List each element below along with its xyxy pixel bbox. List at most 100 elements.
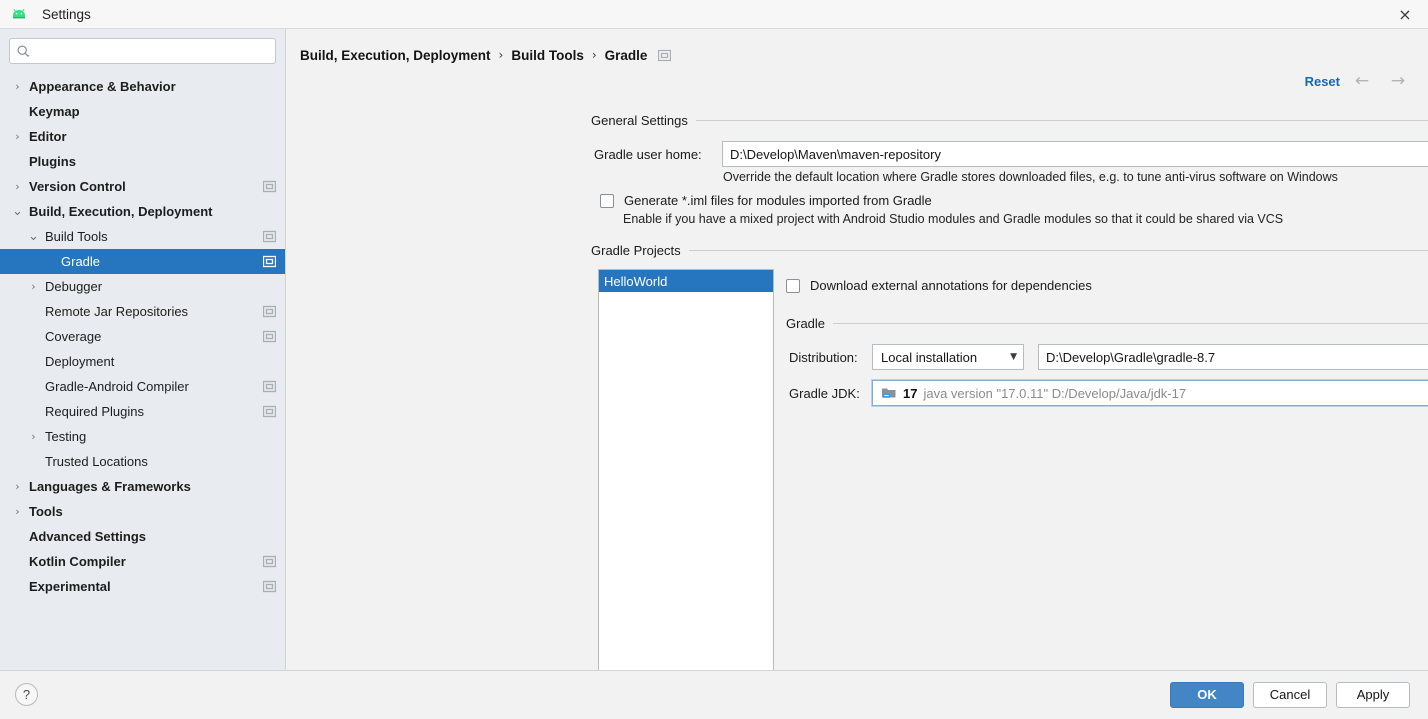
project-scope-icon (263, 305, 276, 318)
download-annotations-checkbox[interactable] (786, 278, 800, 293)
gradle-jdk-version: 17 (903, 385, 918, 401)
sidebar-item-label: Gradle-Android Compiler (45, 379, 189, 394)
distribution-value: Local installation (881, 349, 978, 365)
gradle-jdk-select[interactable]: 17 java version "17.0.11" D:/Develop/Jav… (871, 379, 1428, 407)
gradle-group-header: Gradle (786, 316, 1428, 331)
sidebar-item-label: Editor (29, 129, 67, 144)
breadcrumb-separator: › (591, 48, 597, 62)
chevron-right-icon[interactable]: › (10, 129, 25, 144)
chevron-right-icon[interactable]: › (10, 179, 25, 194)
generate-iml-checkbox[interactable] (600, 193, 614, 208)
window-titlebar: Settings × (0, 0, 1428, 29)
general-settings-title: General Settings (591, 113, 688, 128)
gradle-user-home-input[interactable]: D:\Develop\Maven\maven-repository (722, 141, 1428, 167)
dialog-footer: ? OK Cancel Apply (0, 670, 1428, 718)
sidebar-item-coverage[interactable]: Coverage (0, 324, 285, 349)
sidebar-search-wrap (0, 29, 285, 70)
project-scope-icon (263, 555, 276, 568)
group-divider (695, 120, 1428, 121)
search-box[interactable] (9, 38, 276, 64)
sidebar-item-required-plugins[interactable]: Required Plugins (0, 399, 285, 424)
sidebar-item-label: Advanced Settings (29, 529, 147, 544)
generate-iml-label: Generate *.iml files for modules importe… (624, 193, 932, 208)
sidebar-item-label: Keymap (29, 104, 80, 119)
chevron-right-icon[interactable]: › (26, 279, 41, 294)
chevron-down-icon[interactable]: ⌄ (26, 229, 41, 244)
generate-iml-hint: Enable if you have a mixed project with … (623, 212, 1284, 226)
project-scope-icon (263, 230, 276, 243)
gradle-projects-list[interactable]: HelloWorld (598, 269, 774, 681)
sidebar-item-label: Build Tools (45, 229, 108, 244)
sidebar-item-plugins[interactable]: Plugins (0, 149, 285, 174)
chevron-right-icon[interactable]: › (10, 479, 25, 494)
sidebar-item-deployment[interactable]: Deployment (0, 349, 285, 374)
sidebar-item-label: Trusted Locations (45, 454, 148, 469)
project-scope-icon (263, 405, 276, 418)
sidebar-item-trusted-locations[interactable]: Trusted Locations (0, 449, 285, 474)
distribution-label: Distribution: (789, 350, 858, 365)
sidebar-item-label: Build, Execution, Deployment (29, 204, 213, 219)
chevron-right-icon[interactable]: › (10, 79, 25, 94)
android-robot-icon (10, 5, 28, 23)
sidebar-item-label: Gradle (61, 254, 101, 269)
chevron-right-icon[interactable]: › (10, 504, 25, 519)
dialog-buttons: OK Cancel Apply (1170, 681, 1410, 708)
download-annotations-row[interactable]: Download external annotations for depend… (786, 278, 1092, 293)
distribution-path-input[interactable]: D:\Develop\Gradle\gradle-8.7 (1038, 344, 1428, 370)
sidebar-item-testing[interactable]: › Testing (0, 424, 285, 449)
sidebar-item-appearance-behavior[interactable]: › Appearance & Behavior (0, 74, 285, 99)
header-actions: Reset ← → (1305, 71, 1412, 91)
search-icon (16, 44, 31, 59)
sidebar-item-label: Plugins (29, 154, 76, 169)
sidebar-item-languages-frameworks[interactable]: › Languages & Frameworks (0, 474, 285, 499)
sidebar-item-debugger[interactable]: › Debugger (0, 274, 285, 299)
chevron-down-icon[interactable]: ⌄ (10, 204, 25, 219)
sidebar-item-version-control[interactable]: › Version Control (0, 174, 285, 199)
project-name: HelloWorld (604, 273, 668, 289)
list-item[interactable]: HelloWorld (599, 270, 773, 292)
apply-button[interactable]: Apply (1336, 681, 1410, 708)
help-button[interactable]: ? (15, 683, 38, 706)
cancel-button[interactable]: Cancel (1253, 681, 1327, 708)
sidebar-item-label: Appearance & Behavior (29, 79, 176, 94)
project-scope-icon (263, 330, 276, 343)
project-scope-icon (263, 580, 276, 593)
general-settings-group-header: General Settings (591, 113, 1428, 128)
gradle-group-title: Gradle (786, 316, 826, 331)
search-input[interactable] (35, 42, 269, 60)
breadcrumb: Build, Execution, Deployment › Build Too… (286, 29, 1428, 67)
sidebar-item-advanced-settings[interactable]: Advanced Settings (0, 524, 285, 549)
sidebar-item-label: Debugger (45, 279, 103, 294)
breadcrumb-item-0[interactable]: Build, Execution, Deployment (300, 48, 491, 63)
forward-arrow-icon[interactable]: → (1384, 71, 1412, 91)
sidebar-item-remote-jar-repositories[interactable]: Remote Jar Repositories (0, 299, 285, 324)
breadcrumb-separator: › (498, 48, 504, 62)
gradle-user-home-value: D:\Develop\Maven\maven-repository (730, 146, 941, 162)
project-scope-icon (263, 180, 276, 193)
ok-button[interactable]: OK (1170, 681, 1244, 708)
close-icon[interactable]: × (1382, 0, 1428, 29)
back-arrow-icon[interactable]: ← (1348, 71, 1376, 91)
chevron-right-icon[interactable]: › (26, 429, 41, 444)
gradle-projects-group-header: Gradle Projects (591, 243, 1428, 258)
sidebar-item-experimental[interactable]: Experimental (0, 574, 285, 599)
project-scope-icon (263, 380, 276, 393)
sidebar-item-gradle[interactable]: Gradle (0, 249, 285, 274)
settings-tree[interactable]: › Appearance & Behavior Keymap › Editor Plugi… (0, 70, 285, 670)
breadcrumb-item-2[interactable]: Gradle (605, 48, 648, 63)
sidebar-item-label: Testing (45, 429, 87, 444)
group-divider (833, 323, 1428, 324)
generate-iml-checkbox-row[interactable]: Generate *.iml files for modules importe… (600, 193, 932, 208)
sidebar-item-build-tools[interactable]: ⌄ Build Tools (0, 224, 285, 249)
sidebar-item-build-execution-deployment[interactable]: ⌄ Build, Execution, Deployment (0, 199, 285, 224)
sidebar-item-keymap[interactable]: Keymap (0, 99, 285, 124)
project-scope-icon (263, 255, 276, 268)
gradle-jdk-label: Gradle JDK: (789, 386, 860, 401)
sidebar-item-gradle-android-compiler[interactable]: Gradle-Android Compiler (0, 374, 285, 399)
sidebar-item-kotlin-compiler[interactable]: Kotlin Compiler (0, 549, 285, 574)
sidebar-item-editor[interactable]: › Editor (0, 124, 285, 149)
breadcrumb-item-1[interactable]: Build Tools (511, 48, 584, 63)
reset-link[interactable]: Reset (1305, 74, 1340, 89)
sidebar-item-tools[interactable]: › Tools (0, 499, 285, 524)
distribution-select[interactable]: Local installation ▼ (872, 344, 1024, 370)
